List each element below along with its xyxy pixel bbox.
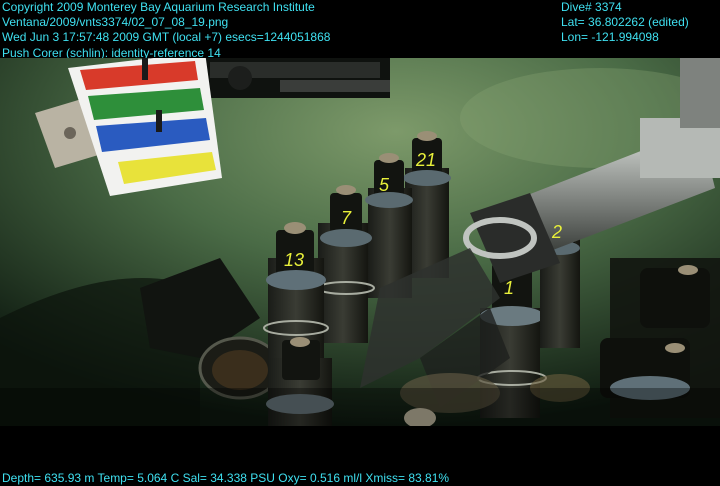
core-label-1: 1	[504, 278, 514, 298]
footer-telemetry: Depth= 635.93 m Temp= 5.064 C Sal= 34.33…	[2, 471, 450, 485]
header-latitude: Lat= 36.802262 (edited)	[561, 15, 689, 29]
header-line-timestamp: Wed Jun 3 17:57:48 2009 GMT (local +7) e…	[2, 30, 331, 44]
underwater-scene-image: 13 7 5 21 1 2	[0, 58, 720, 426]
header-line-copyright: Copyright 2009 Monterey Bay Aquarium Res…	[2, 0, 315, 14]
core-label-7: 7	[341, 208, 352, 228]
core-label-13: 13	[284, 250, 304, 270]
header-line-image-path: Ventana/2009/vnts3374/02_07_08_19.png	[2, 15, 229, 29]
core-label-21: 21	[415, 150, 436, 170]
core-label-5: 5	[379, 175, 390, 195]
header-dive-number: Dive# 3374	[561, 0, 622, 14]
core-label-2: 2	[551, 222, 562, 242]
header-longitude: Lon= -121.994098	[561, 30, 659, 44]
